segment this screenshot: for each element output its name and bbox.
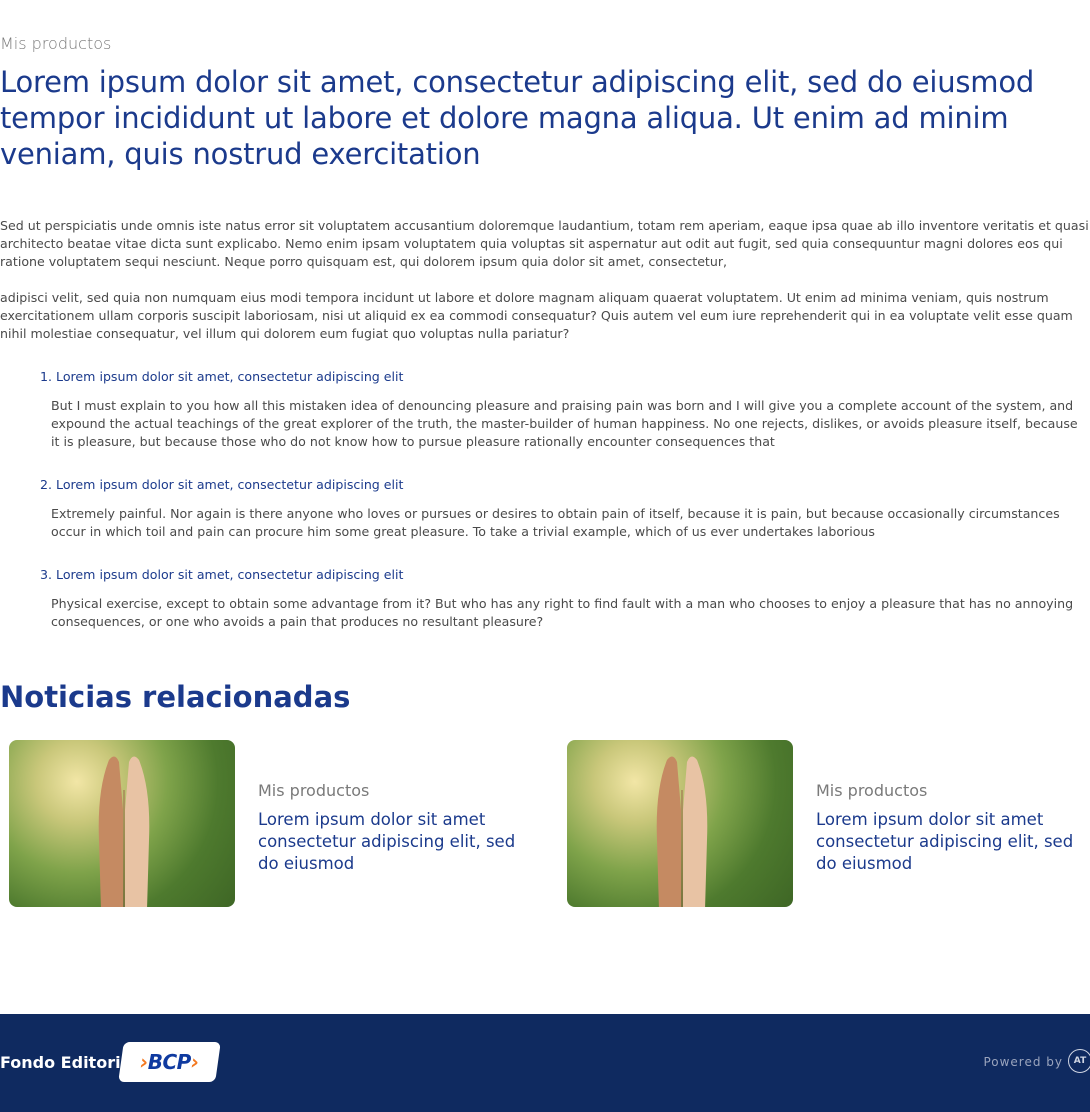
news-card-2-image[interactable]: [567, 740, 793, 907]
high-five-hands-image: [656, 756, 708, 907]
list-item-1-body: But I must explain to you how all this m…: [51, 398, 1078, 449]
news-card-1-image[interactable]: [9, 740, 235, 907]
list-item-3-body: Physical exercise, except to obtain some…: [51, 596, 1074, 629]
high-five-hands-image: [98, 756, 150, 907]
news-card-1-title[interactable]: Lorem ipsum dolor sit amet consectetur a…: [258, 809, 523, 875]
list-item-2-body: Extremely painful. Nor again is there an…: [51, 506, 1060, 539]
bcp-logo[interactable]: ›BCP›: [118, 1042, 221, 1082]
page-eyebrow: Mis productos: [0, 34, 112, 53]
paragraph-1: Sed ut perspiciatis unde omnis iste natu…: [0, 218, 1089, 269]
list-item-1-title: 1. Lorem ipsum dolor sit amet, consectet…: [40, 369, 404, 384]
paragraph-2: adipisci velit, sed quia non numquam eiu…: [0, 290, 1073, 341]
footer-brand-text: Fondo Editorial: [0, 1053, 137, 1072]
list-item-3-title: 3. Lorem ipsum dolor sit amet, consectet…: [40, 567, 404, 582]
powered-by-text: Powered by: [983, 1055, 1063, 1069]
news-card-2-eyebrow: Mis productos: [816, 781, 928, 800]
list-item-2-title: 2. Lorem ipsum dolor sit amet, consectet…: [40, 477, 404, 492]
bcp-logo-text: BCP: [147, 1050, 192, 1074]
page-title: Lorem ipsum dolor sit amet, consectetur …: [0, 65, 1035, 171]
related-news-title: Noticias relacionadas: [0, 680, 351, 714]
news-card-1-eyebrow: Mis productos: [258, 781, 370, 800]
news-card-2-title[interactable]: Lorem ipsum dolor sit amet consectetur a…: [816, 809, 1081, 875]
powered-by-logo-icon[interactable]: AT: [1068, 1049, 1090, 1073]
